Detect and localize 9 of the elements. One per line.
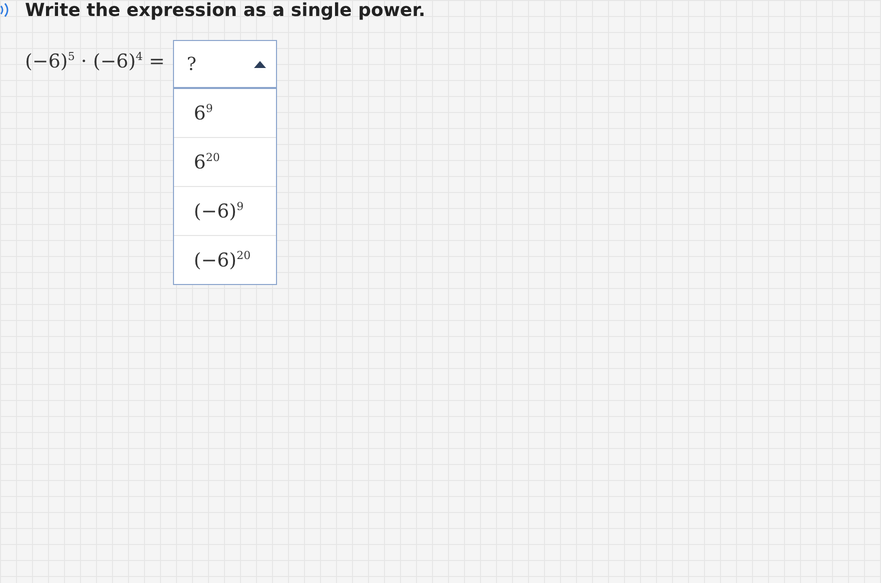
caret-icon	[254, 60, 266, 68]
dropdown-option[interactable]: (−6)$^{9}$	[174, 186, 276, 235]
math-expression: (−6)$^{5}$ · (−6)$^{4}$ =	[25, 50, 165, 72]
answer-dropdown[interactable]: ?	[172, 40, 277, 88]
speaker-icon[interactable]	[0, 3, 10, 17]
dropdown-option[interactable]: 6$^{9}$	[174, 88, 276, 137]
dropdown-option[interactable]: 6$^{20}$	[174, 137, 276, 186]
instruction-text: Write the expression as a single power.	[25, 0, 426, 20]
dropdown-option[interactable]: (−6)$^{20}$	[174, 235, 276, 284]
